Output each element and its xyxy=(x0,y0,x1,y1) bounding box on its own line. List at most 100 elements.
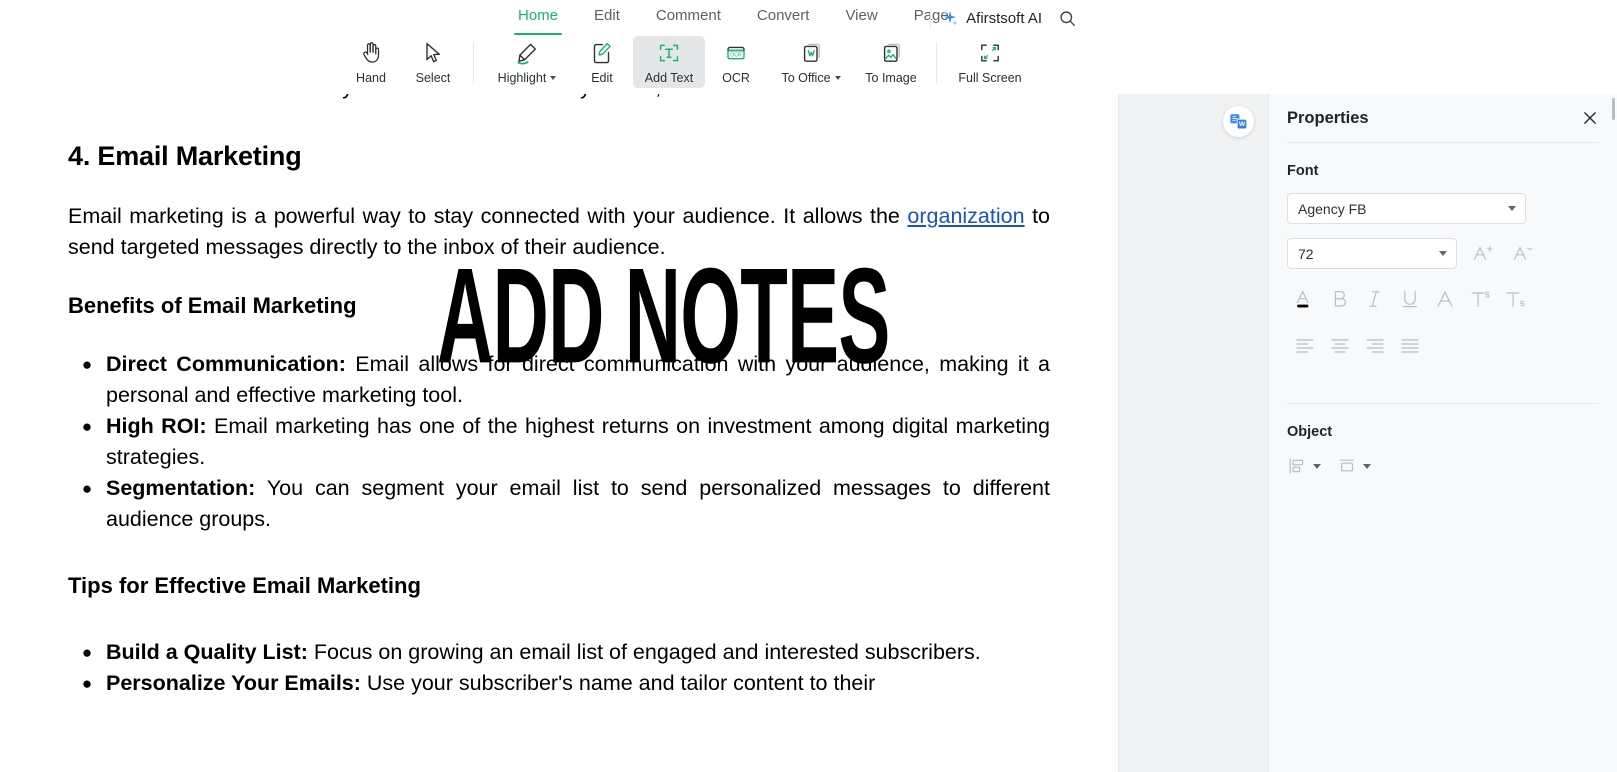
subscript-button[interactable] xyxy=(1497,283,1532,315)
increase-font-size-icon xyxy=(1473,246,1492,260)
ribbon-highlight-label: Highlight xyxy=(498,71,557,85)
list-item-rest: Email marketing has one of the highest r… xyxy=(106,414,1050,469)
properties-title: Properties xyxy=(1287,108,1369,127)
ribbon-ocr-tool[interactable]: OCR OCR xyxy=(705,36,767,88)
list-item-rest: Focus on growing an email list of engage… xyxy=(307,640,981,664)
convert-to-word-button[interactable]: W xyxy=(1223,106,1254,137)
underline-button[interactable] xyxy=(1392,283,1427,315)
subscript-icon xyxy=(1506,292,1524,307)
ribbon-edit-tool[interactable]: Edit xyxy=(571,36,633,88)
tab-convert[interactable]: Convert xyxy=(739,1,828,35)
underline-icon xyxy=(1402,291,1417,308)
object-arrange-button[interactable] xyxy=(1337,456,1371,476)
list-item: ● Segmentation: You can segment your ema… xyxy=(68,473,1050,535)
ribbon-full-screen-tool[interactable]: Full Screen xyxy=(946,36,1034,88)
italic-button[interactable] xyxy=(1357,283,1392,315)
tab-comment-label: Comment xyxy=(655,7,721,24)
highlighter-pen-icon xyxy=(515,40,539,66)
align-center-icon xyxy=(1330,339,1349,353)
list-item-bold: High ROI: xyxy=(106,414,207,438)
afirstsoft-ai-button[interactable]: Afirstsoft AI xyxy=(941,9,1042,27)
ribbon-select-tool[interactable]: Select xyxy=(402,36,464,88)
top-bar-divider xyxy=(930,8,932,28)
ribbon-hand-label: Hand xyxy=(356,71,386,85)
bullet-point: ● xyxy=(81,643,93,662)
ribbon-divider-1 xyxy=(473,42,474,84)
afirstsoft-ai-label: Afirstsoft AI xyxy=(966,9,1042,27)
chevron-down-icon xyxy=(1363,463,1371,469)
list-item-text: High ROI: Email marketing has one of the… xyxy=(106,411,1050,473)
tab-view[interactable]: View xyxy=(827,1,895,35)
bullet-point: ● xyxy=(81,417,93,436)
search-icon[interactable] xyxy=(1058,9,1077,28)
top-tab-bar: Home Edit Comment Convert View Page Afir… xyxy=(0,0,1617,36)
ribbon-toolbar: Hand Select Highlight Edit Add Text OCR … xyxy=(0,36,1617,94)
font-color-button[interactable] xyxy=(1287,283,1322,315)
ribbon-add-text-tool[interactable]: Add Text xyxy=(633,36,705,88)
document-viewer[interactable]: ● Technical SEO: Ensure your website is … xyxy=(0,94,1118,772)
bold-button[interactable] xyxy=(1322,283,1357,315)
properties-panel: Properties Font Agency FB 72 Object xyxy=(1268,94,1617,772)
ribbon-to-image-tool[interactable]: To Image xyxy=(855,36,927,88)
cursor-arrow-icon xyxy=(423,40,443,66)
tab-comment[interactable]: Comment xyxy=(638,1,739,35)
add-notes-text-object[interactable]: ADD NOTES xyxy=(437,248,890,384)
tab-edit-label: Edit xyxy=(594,7,620,24)
list-item-text: Build a Quality List: Focus on growing a… xyxy=(106,637,1050,668)
add-text-icon xyxy=(657,40,681,66)
bold-icon xyxy=(1334,291,1346,307)
ribbon-to-office-tool[interactable]: To Office xyxy=(767,36,855,88)
align-left-icon xyxy=(1295,339,1314,353)
properties-header: Properties xyxy=(1269,94,1617,142)
italic-icon xyxy=(1368,291,1380,307)
text-outline-icon xyxy=(1437,290,1452,307)
font-family-value: Agency FB xyxy=(1298,200,1367,217)
object-section-label: Object xyxy=(1287,424,1333,440)
chevron-down-icon[interactable] xyxy=(834,76,841,80)
convert-to-word-icon: W xyxy=(1229,113,1247,129)
font-color-icon xyxy=(1296,290,1309,308)
tab-home[interactable]: Home xyxy=(500,1,576,35)
tab-list: Home Edit Comment Convert View Page xyxy=(500,1,967,35)
text-outline-button[interactable] xyxy=(1427,283,1462,315)
object-arrange-icon xyxy=(1339,459,1354,472)
list-item-bold: Build a Quality List: xyxy=(106,640,308,664)
decrease-font-size-button[interactable] xyxy=(1507,239,1537,269)
ribbon-hand-tool[interactable]: Hand xyxy=(340,36,402,88)
hand-icon xyxy=(360,40,382,66)
pdf-editor-window: Home Edit Comment Convert View Page Afir… xyxy=(0,0,1617,772)
list-item-text: Personalize Your Emails: Use your subscr… xyxy=(106,668,1050,699)
close-icon[interactable] xyxy=(1581,109,1599,127)
object-align-icon xyxy=(1289,458,1304,474)
increase-font-size-button[interactable] xyxy=(1467,239,1497,269)
panel-scrollbar[interactable] xyxy=(1612,98,1615,120)
organization-link[interactable]: organization xyxy=(907,204,1024,228)
align-justify-icon xyxy=(1400,339,1419,353)
align-right-button[interactable] xyxy=(1357,331,1392,359)
tab-edit[interactable]: Edit xyxy=(576,1,638,35)
tab-view-label: View xyxy=(845,7,878,24)
align-center-button[interactable] xyxy=(1322,331,1357,359)
tab-home-label: Home xyxy=(518,7,559,24)
section-heading-email-marketing: 4. Email Marketing xyxy=(68,141,302,171)
list-item-bold: Direct Communication: xyxy=(106,352,346,376)
list-item: ● High ROI: Email marketing has one of t… xyxy=(68,411,1050,473)
top-bar-right-group: Afirstsoft AI xyxy=(930,0,1077,36)
align-left-button[interactable] xyxy=(1287,331,1322,359)
chevron-down-icon[interactable] xyxy=(550,76,557,80)
ribbon-highlight-tool[interactable]: Highlight xyxy=(483,36,571,88)
font-size-value: 72 xyxy=(1298,245,1314,262)
superscript-button[interactable] xyxy=(1462,283,1497,315)
bullet-point: ● xyxy=(81,355,93,374)
font-family-select[interactable]: Agency FB xyxy=(1287,193,1526,224)
paragraph-align-buttons xyxy=(1269,315,1617,359)
align-right-icon xyxy=(1365,339,1384,353)
main-area: ● Technical SEO: Ensure your website is … xyxy=(0,94,1617,772)
align-justify-button[interactable] xyxy=(1392,331,1427,359)
object-align-button[interactable] xyxy=(1287,456,1321,476)
font-size-select[interactable]: 72 xyxy=(1287,238,1457,269)
font-family-row: Agency FB xyxy=(1269,179,1617,224)
object-buttons xyxy=(1269,440,1617,476)
